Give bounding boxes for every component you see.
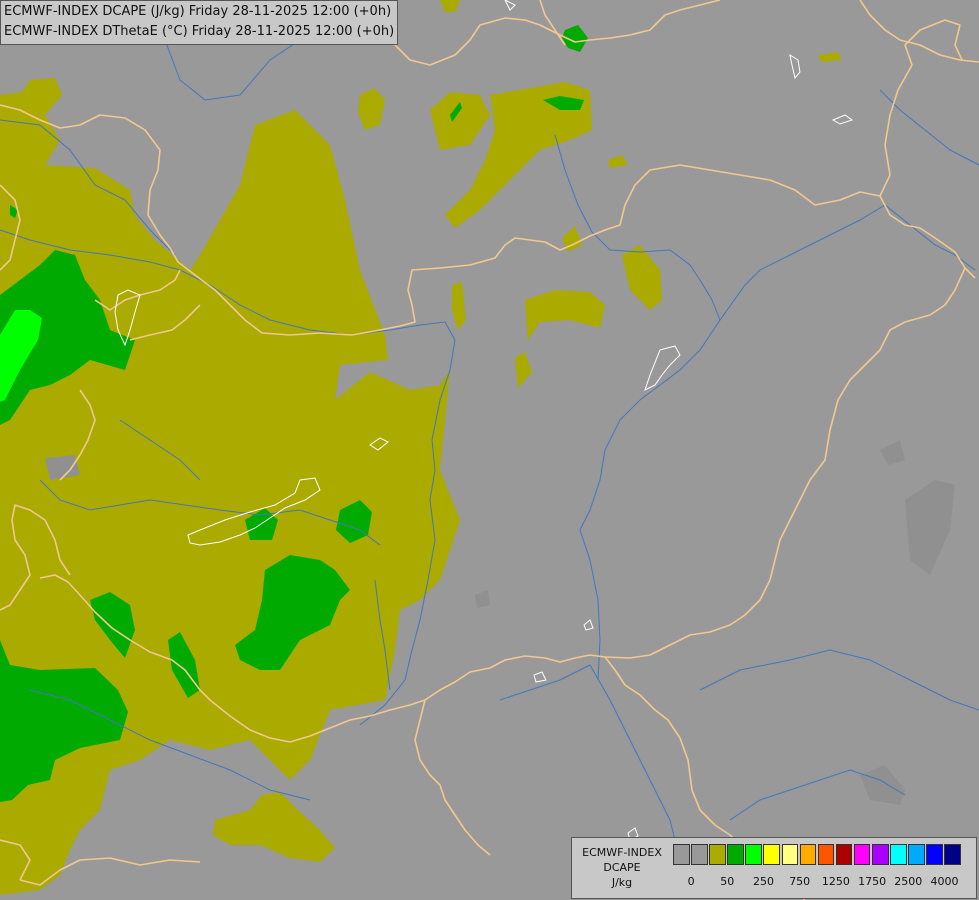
- legend-tick-label: 1250: [821, 875, 850, 888]
- legend-title-line-3: J/kg: [611, 876, 633, 889]
- legend-swatch: [817, 844, 835, 865]
- legend-swatch: [781, 844, 799, 865]
- legend-tick-label: 4000: [930, 875, 959, 888]
- legend-swatch: [853, 844, 871, 865]
- legend-swatch: [727, 844, 744, 865]
- legend-tick-label: 250: [753, 875, 774, 888]
- legend-swatch: [890, 844, 907, 865]
- legend-title-line-2: DCAPE: [603, 861, 641, 874]
- legend-swatch: [944, 844, 961, 865]
- legend-title-line-1: ECMWF-INDEX: [582, 846, 662, 859]
- legend-swatch: [745, 844, 762, 865]
- map-title-box: ECMWF-INDEX DCAPE (J/kg) Friday 28-11-20…: [0, 0, 399, 45]
- legend-tick-label: 0: [687, 875, 695, 888]
- legend-tick-label: 50: [720, 875, 735, 888]
- legend-swatch: [872, 844, 889, 865]
- legend-swatch: [799, 844, 817, 865]
- legend-swatch: [763, 844, 780, 865]
- legend-swatch: [908, 844, 925, 865]
- map-title-dthetae: ECMWF-INDEX DThetaE (°C) Friday 28-11-20…: [4, 24, 395, 39]
- color-legend: ECMWF-INDEX DCAPE J/kg 0 50 250 750 1250 1750…: [571, 837, 977, 899]
- legend-tick-label: 750: [789, 875, 811, 888]
- legend-swatches: [673, 844, 963, 866]
- legend-swatch: [709, 844, 726, 865]
- legend-swatch: [926, 844, 943, 865]
- legend-swatch: [835, 844, 853, 865]
- legend-tick-label: 2500: [894, 875, 923, 888]
- legend-tick-label: 1750: [858, 875, 887, 888]
- legend-swatch: [691, 844, 708, 865]
- legend-swatch: [673, 844, 690, 865]
- legend-title: ECMWF-INDEX DCAPE J/kg: [572, 845, 672, 890]
- weather-map: [0, 0, 979, 900]
- map-title-dcape: ECMWF-INDEX DCAPE (J/kg) Friday 28-11-20…: [4, 4, 392, 19]
